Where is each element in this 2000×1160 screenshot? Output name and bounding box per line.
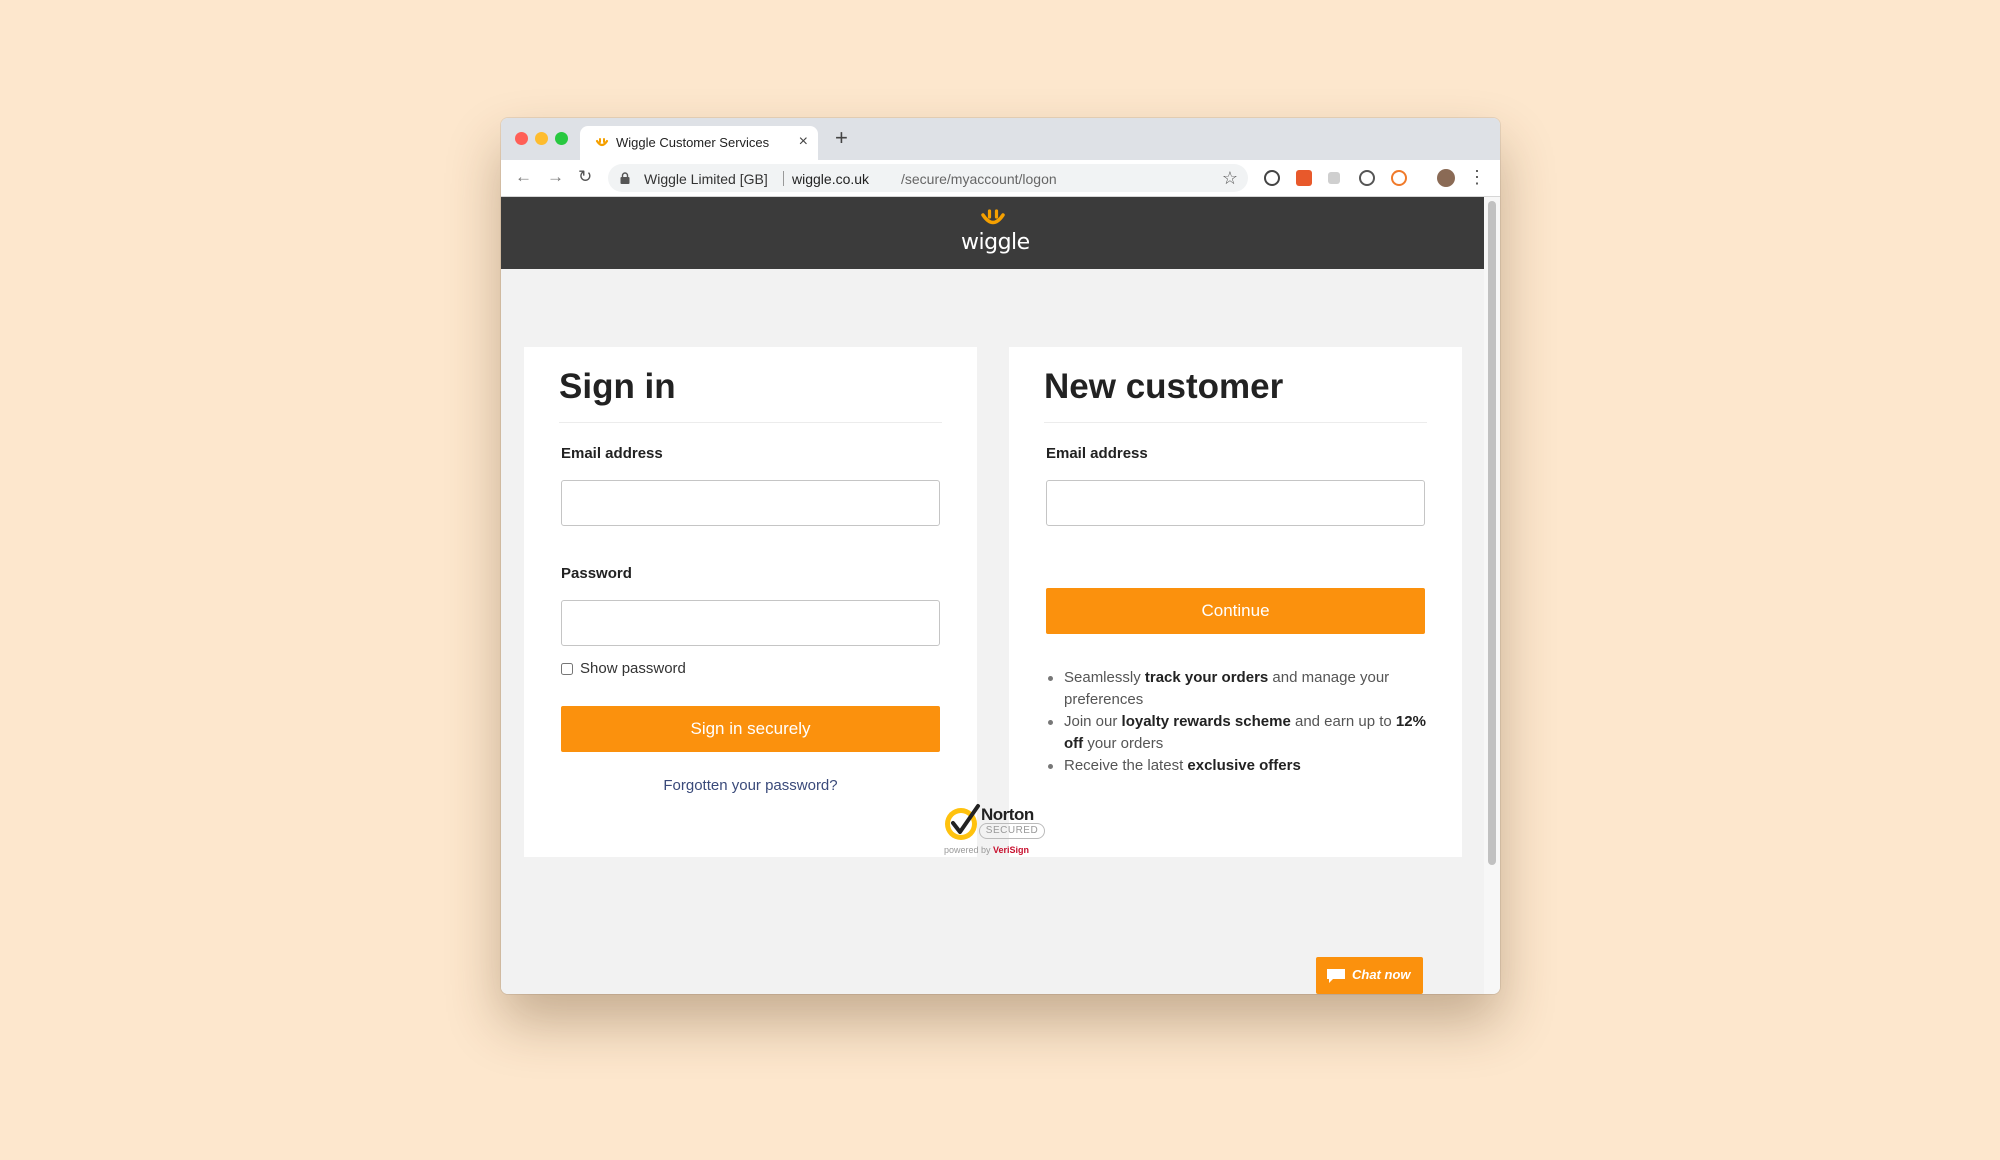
shield-extension-icon[interactable]: [1359, 170, 1375, 186]
email-label: Email address: [1046, 445, 1148, 462]
email-label: Email address: [561, 445, 663, 462]
site-identity: Wiggle Limited [GB]: [644, 171, 768, 187]
info-extension-icon[interactable]: [1264, 170, 1280, 186]
site-header: wiggle: [501, 197, 1484, 269]
chat-now-label: Chat now: [1352, 967, 1411, 982]
wiggle-favicon-icon: [595, 138, 609, 147]
forward-icon[interactable]: →: [547, 167, 564, 187]
wiggle-logo[interactable]: wiggle: [961, 208, 1030, 258]
logo-text: wiggle: [961, 230, 1030, 255]
new-customer-email-input[interactable]: [1046, 480, 1425, 526]
kebab-menu-icon[interactable]: ⋮: [1468, 167, 1486, 188]
address-bar[interactable]: Wiggle Limited [GB] wiggle.co.uk /secure…: [608, 164, 1248, 192]
sign-in-email-input[interactable]: [561, 480, 940, 526]
reload-icon[interactable]: ↻: [578, 167, 592, 187]
new-customer-card: New customer Email address Continue Seam…: [1009, 347, 1462, 857]
benefits-list: Seamlessly track your orders and manage …: [1046, 667, 1446, 777]
password-label: Password: [561, 565, 632, 582]
browser-toolbar: ← → ↻ Wiggle Limited [GB] wiggle.co.uk /…: [501, 160, 1500, 197]
url-path: /secure/myaccount/logon: [901, 171, 1057, 187]
tab-close-icon[interactable]: ×: [799, 133, 808, 151]
continue-button[interactable]: Continue: [1046, 588, 1425, 634]
maximize-window-button[interactable]: [555, 132, 568, 145]
norton-secured-badge[interactable]: Norton SECURED powered by VeriSign: [936, 797, 1056, 863]
sign-in-title: Sign in: [559, 367, 676, 406]
tab-wiggle-customer-services[interactable]: Wiggle Customer Services ×: [580, 126, 818, 160]
tab-bar: Wiggle Customer Services × +: [501, 118, 1500, 160]
forgot-password-link[interactable]: Forgotten your password?: [524, 777, 977, 794]
bookmark-star-icon[interactable]: ☆: [1222, 168, 1238, 189]
new-tab-button[interactable]: +: [835, 125, 848, 151]
divider: [559, 422, 942, 423]
r-extension-icon[interactable]: [1296, 170, 1312, 186]
minimize-window-button[interactable]: [535, 132, 548, 145]
benefit-item: Join our loyalty rewards scheme and earn…: [1046, 711, 1446, 755]
benefit-item: Receive the latest exclusive offers: [1046, 755, 1446, 777]
benefit-item: Seamlessly track your orders and manage …: [1046, 667, 1446, 711]
page-scrollbar[interactable]: [1484, 197, 1500, 994]
wiggle-smile-icon: [981, 209, 1005, 225]
page-viewport: wiggle Sign in Email address Password Sh…: [501, 197, 1484, 994]
show-password-checkbox[interactable]: [561, 663, 573, 675]
divider: [1044, 422, 1427, 423]
norton-secured-text: SECURED: [979, 823, 1045, 839]
back-icon[interactable]: ←: [515, 167, 532, 187]
new-customer-title: New customer: [1044, 367, 1284, 406]
omnibox-divider: [783, 171, 784, 186]
grey-extension-icon[interactable]: [1328, 172, 1340, 184]
orange-extension-icon[interactable]: [1391, 170, 1407, 186]
scrollbar-thumb[interactable]: [1488, 201, 1496, 865]
password-input[interactable]: [561, 600, 940, 646]
norton-powered-by: powered by VeriSign: [944, 845, 1030, 855]
chat-now-button[interactable]: Chat now: [1316, 957, 1423, 994]
show-password-label[interactable]: Show password: [580, 660, 686, 677]
norton-wordmark: Norton: [981, 805, 1034, 824]
lock-icon: [620, 172, 630, 184]
chat-bubble-icon: [1327, 969, 1345, 983]
profile-avatar[interactable]: [1437, 169, 1455, 187]
tab-title: Wiggle Customer Services: [616, 135, 770, 150]
sign-in-card: Sign in Email address Password Show pass…: [524, 347, 977, 857]
norton-check-icon: [945, 804, 980, 840]
browser-window: Wiggle Customer Services × + ← → ↻ Wiggl…: [501, 118, 1500, 994]
sign-in-button[interactable]: Sign in securely: [561, 706, 940, 752]
url-domain: wiggle.co.uk: [792, 171, 870, 187]
close-window-button[interactable]: [515, 132, 528, 145]
